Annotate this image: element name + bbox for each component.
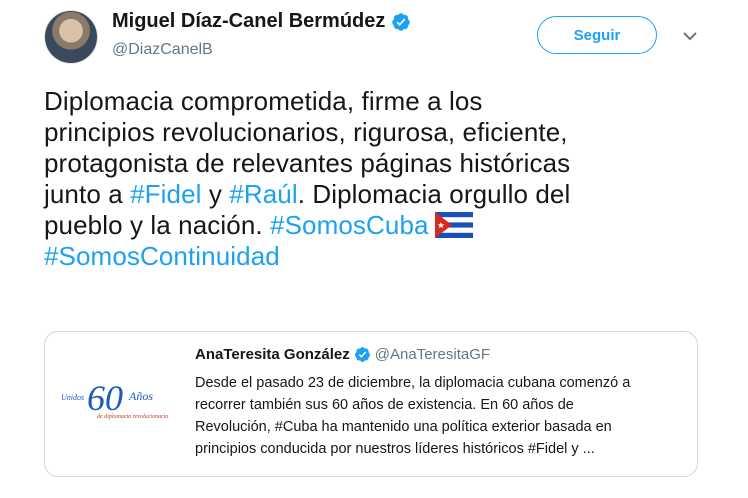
tweet-text-fragment: junto a bbox=[44, 179, 131, 209]
author-name-row: Miguel Díaz-Canel Bermúdez bbox=[112, 10, 411, 33]
author-handle[interactable]: @DiazCanelB bbox=[112, 41, 213, 59]
verified-badge-icon bbox=[354, 347, 370, 362]
tweet-line: #SomosContinuidad bbox=[44, 241, 724, 272]
quoted-author-handle[interactable]: @AnaTeresitaGF bbox=[375, 346, 490, 363]
tweet-line: Diplomacia comprometida, firme a los bbox=[44, 86, 483, 116]
hashtag-link[interactable]: #Raúl bbox=[229, 179, 297, 209]
hashtag-link[interactable]: #SomosCuba bbox=[270, 210, 429, 240]
quoted-tweet-card[interactable]: Unidos 60 Años de diplomacia revoluciona… bbox=[44, 331, 698, 477]
logo-prefix: Unidos bbox=[61, 393, 84, 402]
hashtag-link[interactable]: #Fidel bbox=[130, 179, 201, 209]
quoted-line: Desde el pasado 23 de diciembre, la dipl… bbox=[195, 375, 631, 391]
quoted-line: principios conducida por nuestros lídere… bbox=[195, 441, 595, 457]
tweet-line: principios revolucionarios, rigurosa, ef… bbox=[44, 117, 568, 147]
anniversary-logo: Unidos 60 Años de diplomacia revoluciona… bbox=[61, 378, 168, 420]
quoted-line: recorrer también sus 60 años de existenc… bbox=[195, 397, 574, 413]
quoted-author-name[interactable]: AnaTeresita González bbox=[195, 346, 350, 363]
follow-button[interactable]: Seguir bbox=[537, 16, 657, 54]
chevron-down-icon[interactable] bbox=[680, 26, 700, 46]
tweet-text: Diplomacia comprometida, firme a los pri… bbox=[44, 86, 724, 272]
tweet-text-fragment: y bbox=[201, 179, 230, 209]
tweet-text-fragment: . Diplomacia orgullo del bbox=[297, 179, 571, 209]
logo-number: 60 bbox=[87, 378, 123, 418]
tweet-line: junto a #Fidel y #Raúl. Diplomacia orgul… bbox=[44, 179, 724, 210]
tweet-text-fragment: pueblo y la nación. bbox=[44, 210, 271, 240]
avatar[interactable] bbox=[44, 10, 98, 64]
logo-word: Años bbox=[128, 389, 153, 403]
quoted-header: AnaTeresita González @AnaTeresitaGF bbox=[195, 346, 490, 363]
author-name[interactable]: Miguel Díaz-Canel Bermúdez bbox=[112, 10, 385, 33]
quoted-line: Revolución, #Cuba ha mantenido una polít… bbox=[195, 419, 612, 435]
tweet-line: protagonista de relevantes páginas histó… bbox=[44, 148, 571, 178]
quoted-tweet-text: Desde el pasado 23 de diciembre, la dipl… bbox=[195, 372, 690, 460]
verified-badge-icon bbox=[392, 12, 411, 31]
tweet-line: pueblo y la nación. #SomosCuba bbox=[44, 210, 724, 241]
cuba-flag-emoji bbox=[434, 212, 473, 238]
hashtag-link[interactable]: #SomosContinuidad bbox=[44, 241, 280, 271]
logo-subtitle: de diplomacia revolucionaria bbox=[97, 414, 168, 420]
